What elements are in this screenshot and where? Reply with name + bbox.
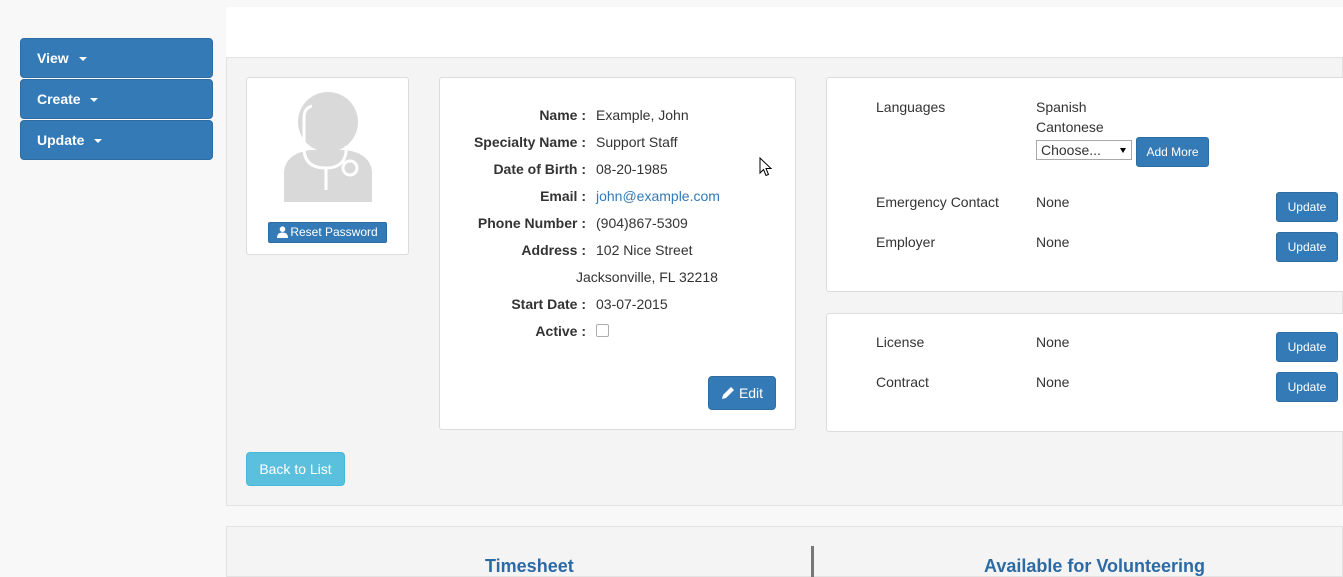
user-icon (277, 226, 289, 238)
doctor-avatar-icon (284, 92, 372, 202)
language-spanish: Spanish (1036, 99, 1087, 115)
details-card-documents (826, 313, 1343, 432)
caret-down-icon (94, 139, 103, 144)
address-label: Address : (521, 242, 586, 258)
volunteering-title: Available for Volunteering (984, 556, 1206, 576)
sidebar-update-label: Update (37, 132, 85, 148)
language-cantonese: Cantonese (1036, 119, 1104, 135)
dob-value: 08-20-1985 (596, 161, 668, 177)
add-more-language-button[interactable]: Add More (1136, 137, 1209, 167)
specialty-value: Support Staff (596, 134, 678, 150)
top-bar (226, 7, 1343, 58)
employer-label: Employer (876, 234, 936, 250)
back-to-list-button[interactable]: Back to List (246, 452, 345, 486)
sidebar-view-label: View (37, 50, 69, 66)
active-checkbox[interactable] (596, 324, 609, 337)
reset-password-label: Reset Password (290, 225, 378, 239)
caret-down-icon (78, 57, 87, 62)
license-value: None (1036, 334, 1070, 350)
emergency-contact-value: None (1036, 194, 1070, 210)
update-employer-button[interactable]: Update (1276, 232, 1338, 262)
emergency-contact-label: Emergency Contact (876, 194, 999, 210)
timesheet-title: Timesheet (485, 556, 574, 576)
start-date-value: 03-07-2015 (596, 296, 668, 312)
reset-password-button[interactable]: Reset Password (268, 222, 387, 243)
sidebar-create-menu[interactable]: Create (20, 79, 213, 119)
sidebar-update-menu[interactable]: Update (20, 120, 213, 160)
dob-label: Date of Birth : (493, 161, 586, 177)
license-label: License (876, 334, 925, 350)
language-select-value: Choose... (1041, 142, 1101, 158)
update-contract-button[interactable]: Update (1276, 372, 1338, 402)
phone-label: Phone Number : (477, 215, 586, 231)
email-label: Email : (540, 188, 586, 204)
update-emergency-contact-button[interactable]: Update (1276, 192, 1338, 222)
phone-value: (904)867-5309 (596, 215, 688, 231)
caret-down-icon (90, 98, 99, 103)
address-line1: 102 Nice Street (596, 242, 693, 258)
name-value: Example, John (596, 107, 689, 123)
contract-value: None (1036, 374, 1070, 390)
email-link[interactable]: john@example.com (596, 187, 720, 205)
pencil-icon (721, 387, 734, 399)
specialty-label: Specialty Name : (473, 134, 586, 150)
sidebar-create-label: Create (37, 91, 81, 107)
address-line2: Jacksonville, FL 32218 (576, 269, 718, 285)
column-divider (811, 546, 814, 577)
start-date-label: Start Date : (511, 296, 586, 312)
sidebar-view-menu[interactable]: View (20, 38, 213, 78)
edit-label: Edit (738, 385, 764, 401)
mouse-cursor-icon (759, 157, 773, 177)
language-select[interactable]: Choose... (1036, 140, 1132, 160)
update-license-button[interactable]: Update (1276, 332, 1338, 362)
edit-button[interactable]: Edit (708, 376, 776, 410)
name-label: Name : (539, 107, 586, 123)
contract-label: Contract (876, 374, 929, 390)
dropdown-arrow-icon (1120, 148, 1126, 153)
employer-value: None (1036, 234, 1070, 250)
languages-label: Languages (876, 99, 946, 115)
active-label: Active : (535, 323, 586, 339)
